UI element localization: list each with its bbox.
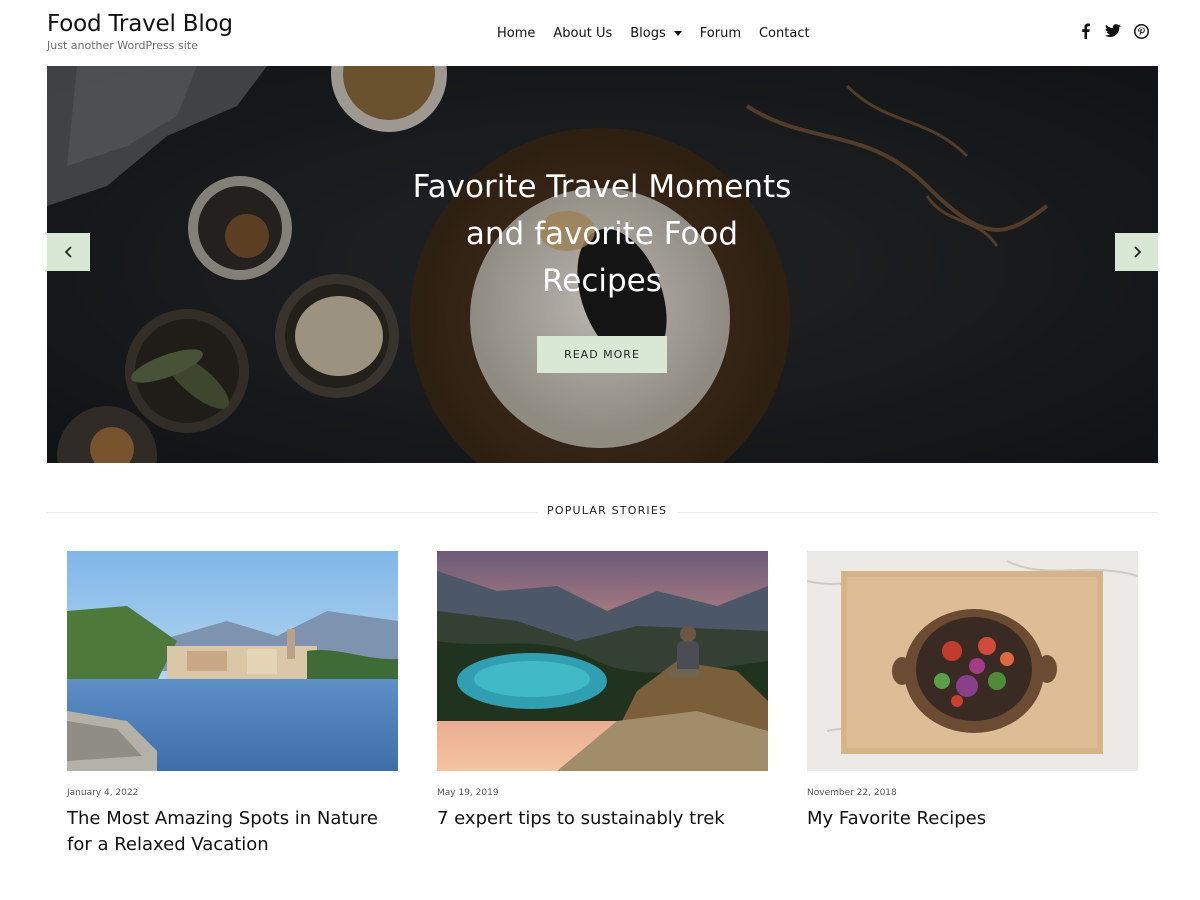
post-card: November 22, 2018 My Favorite Recipes xyxy=(807,551,1138,832)
read-more-button[interactable]: READ MORE xyxy=(537,336,667,373)
nav-contact[interactable]: Contact xyxy=(759,26,810,41)
post-date: May 19, 2019 xyxy=(437,788,499,798)
twitter-icon[interactable] xyxy=(1105,22,1121,40)
nav-blogs[interactable]: Blogs xyxy=(630,26,682,41)
post-title[interactable]: 7 expert tips to sustainably trek xyxy=(437,806,768,832)
post-card: May 19, 2019 7 expert tips to sustainabl… xyxy=(437,551,768,832)
popular-stories-heading: POPULAR STORIES xyxy=(537,504,678,517)
post-title[interactable]: My Favorite Recipes xyxy=(807,806,1138,832)
chevron-down-icon xyxy=(673,31,682,36)
site-title[interactable]: Food Travel Blog xyxy=(47,9,233,39)
post-thumbnail[interactable] xyxy=(807,551,1138,771)
chevron-right-icon xyxy=(1133,246,1141,258)
nav-blogs-label: Blogs xyxy=(630,26,666,41)
chevron-left-icon xyxy=(64,246,72,258)
post-thumbnail[interactable] xyxy=(67,551,398,771)
slider-prev-button[interactable] xyxy=(47,233,90,271)
pinterest-icon[interactable] xyxy=(1133,22,1149,40)
nav-about-us[interactable]: About Us xyxy=(553,26,612,41)
social-links xyxy=(1077,22,1149,40)
post-date: November 22, 2018 xyxy=(807,788,897,798)
post-title[interactable]: The Most Amazing Spots in Nature for a R… xyxy=(67,806,398,858)
slider-next-button[interactable] xyxy=(1115,233,1158,271)
main-navigation: Home About Us Blogs Forum Contact xyxy=(497,26,810,41)
post-thumbnail[interactable] xyxy=(437,551,768,771)
nav-forum[interactable]: Forum xyxy=(700,26,741,41)
post-card: January 4, 2022 The Most Amazing Spots i… xyxy=(67,551,398,858)
hero-title[interactable]: Favorite Travel Moments and favorite Foo… xyxy=(402,164,802,305)
nav-home[interactable]: Home xyxy=(497,26,535,41)
facebook-icon[interactable] xyxy=(1077,22,1093,40)
post-date: January 4, 2022 xyxy=(67,788,139,798)
hero-slider: Favorite Travel Moments and favorite Foo… xyxy=(47,66,1158,463)
site-branding: Food Travel Blog Just another WordPress … xyxy=(47,9,233,52)
page: Food Travel Blog Just another WordPress … xyxy=(0,0,1200,900)
site-tagline: Just another WordPress site xyxy=(47,39,198,52)
